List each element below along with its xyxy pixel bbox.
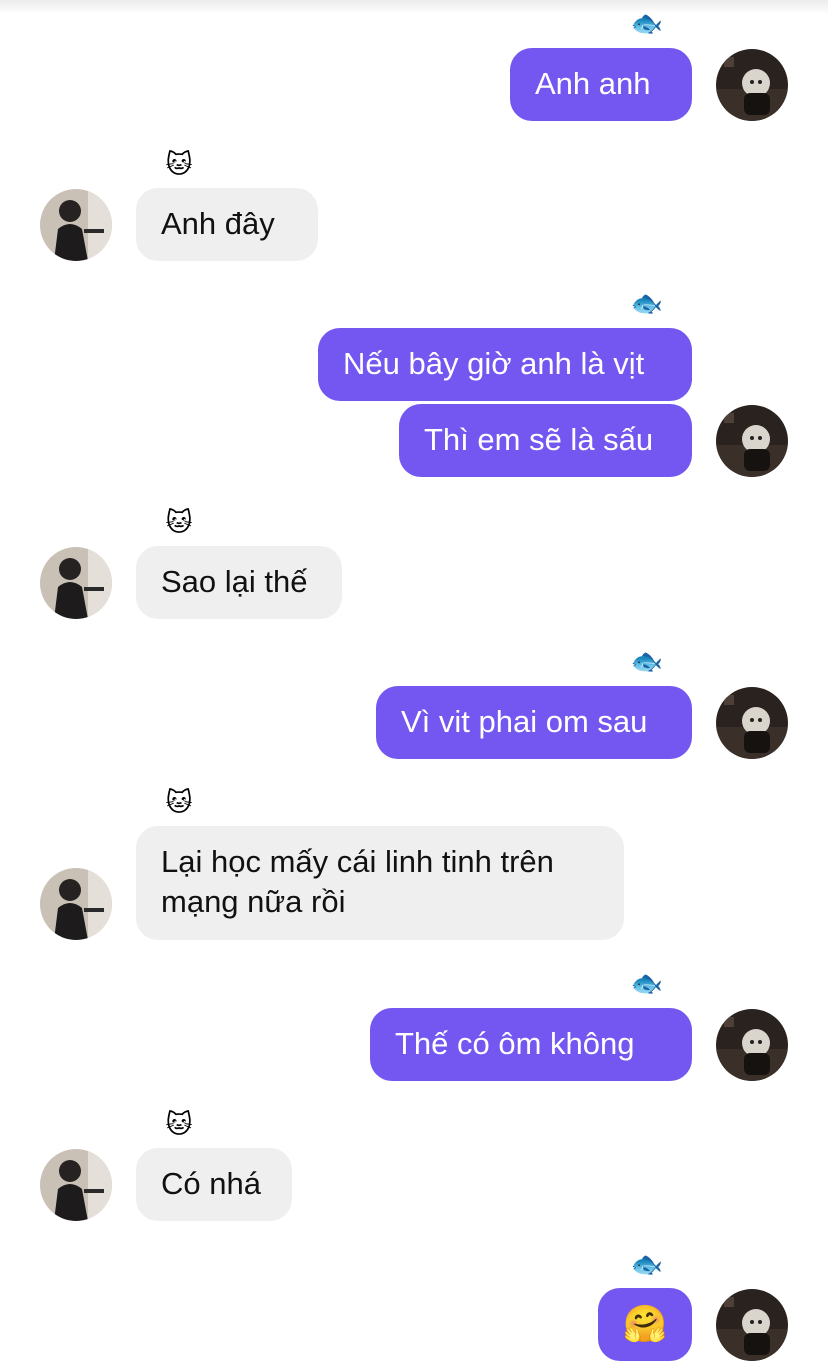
message-text: Anh anh xyxy=(535,66,651,101)
cat-icon: 🐱 xyxy=(165,1109,193,1139)
cat-icon: 🐱 xyxy=(165,507,193,537)
message-text-line-1: Lại học mấy cái linh tinh trên xyxy=(161,844,554,879)
fish-icon: 🐟 xyxy=(630,1249,664,1279)
fish-icon: 🐟 xyxy=(630,646,664,676)
hugging-face-emoji-icon: 🤗 xyxy=(622,1303,668,1344)
message-bubble-incoming[interactable]: Lại học mấy cái linh tinh trên mạng nữa … xyxy=(136,826,624,940)
avatar-image xyxy=(716,1289,788,1361)
my-avatar[interactable] xyxy=(716,1009,788,1081)
message-text: Vì vit phai om sau xyxy=(401,704,648,739)
contact-avatar[interactable] xyxy=(40,1149,112,1221)
message-text: Anh đây xyxy=(161,206,275,241)
contact-avatar[interactable] xyxy=(40,547,112,619)
avatar-image xyxy=(716,49,788,121)
contact-avatar[interactable] xyxy=(40,868,112,940)
avatar-image xyxy=(716,405,788,477)
message-text: Thế có ôm không xyxy=(395,1026,635,1061)
message-text: Có nhá xyxy=(161,1166,261,1201)
contact-avatar[interactable] xyxy=(40,189,112,261)
avatar-image xyxy=(40,1149,112,1221)
fish-icon: 🐟 xyxy=(630,968,664,998)
my-avatar[interactable] xyxy=(716,1289,788,1361)
top-shadow xyxy=(0,0,828,14)
avatar-image xyxy=(40,189,112,261)
message-bubble-outgoing[interactable]: Nếu bây giờ anh là vịt xyxy=(318,328,692,401)
message-bubble-outgoing[interactable]: Thì em sẽ là sấu xyxy=(399,404,692,477)
avatar-image xyxy=(716,687,788,759)
my-avatar[interactable] xyxy=(716,687,788,759)
message-bubble-outgoing[interactable]: 🤗 xyxy=(598,1288,692,1361)
message-bubble-outgoing[interactable]: Anh anh xyxy=(510,48,692,121)
my-avatar[interactable] xyxy=(716,49,788,121)
my-avatar[interactable] xyxy=(716,405,788,477)
fish-icon: 🐟 xyxy=(630,8,664,38)
message-bubble-incoming[interactable]: Anh đây xyxy=(136,188,318,261)
message-bubble-outgoing[interactable]: Vì vit phai om sau xyxy=(376,686,692,759)
cat-icon: 🐱 xyxy=(165,149,193,179)
avatar-image xyxy=(40,868,112,940)
message-bubble-outgoing[interactable]: Thế có ôm không xyxy=(370,1008,692,1081)
message-text: Sao lại thế xyxy=(161,564,308,599)
message-text-line-2: mạng nữa rồi xyxy=(161,884,346,919)
message-bubble-incoming[interactable]: Sao lại thế xyxy=(136,546,342,619)
message-text: Thì em sẽ là sấu xyxy=(424,422,654,457)
avatar-image xyxy=(716,1009,788,1081)
message-text: Nếu bây giờ anh là vịt xyxy=(343,346,645,381)
avatar-image xyxy=(40,547,112,619)
message-bubble-incoming[interactable]: Có nhá xyxy=(136,1148,292,1221)
cat-icon: 🐱 xyxy=(165,787,193,817)
fish-icon: 🐟 xyxy=(630,288,664,318)
